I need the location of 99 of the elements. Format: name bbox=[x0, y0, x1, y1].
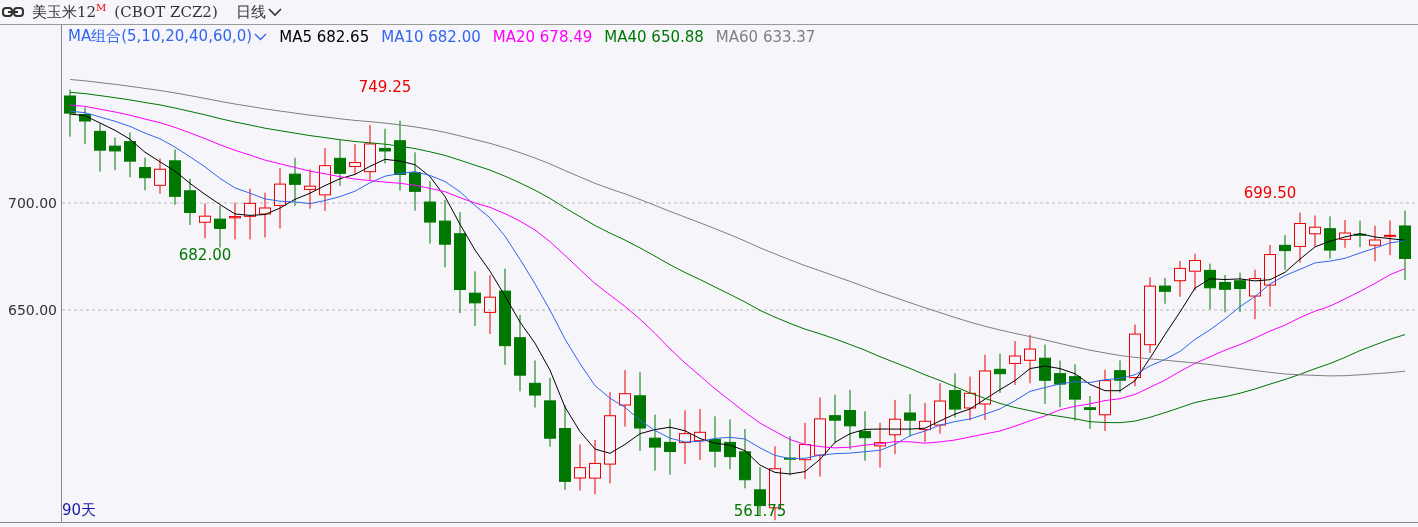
link-icon[interactable] bbox=[2, 7, 24, 17]
candle bbox=[574, 443, 586, 491]
price-annotation: 749.25 bbox=[358, 77, 412, 96]
price-annotation: 561.75 bbox=[733, 502, 787, 520]
candle bbox=[964, 376, 976, 421]
candle bbox=[589, 439, 601, 495]
candle bbox=[919, 402, 931, 443]
candle bbox=[709, 415, 721, 468]
candle bbox=[1264, 244, 1276, 308]
candle bbox=[244, 188, 256, 240]
candle bbox=[619, 369, 631, 428]
range-label: 90天 bbox=[62, 501, 97, 520]
candle bbox=[1384, 219, 1396, 256]
candle bbox=[1219, 274, 1231, 313]
candle bbox=[1174, 260, 1186, 298]
candle bbox=[1204, 263, 1216, 310]
candle bbox=[349, 143, 361, 176]
candle bbox=[169, 149, 181, 206]
candle bbox=[1129, 323, 1141, 387]
candle bbox=[1189, 253, 1201, 291]
candle bbox=[994, 353, 1006, 394]
candle bbox=[1399, 209, 1411, 281]
candle bbox=[949, 372, 961, 418]
candle bbox=[124, 131, 136, 178]
y-axis-label: 650.00 bbox=[8, 302, 57, 318]
candle bbox=[1249, 269, 1261, 320]
ma-legend-value: MA20 678.49 bbox=[492, 27, 593, 46]
candle bbox=[1159, 277, 1171, 305]
y-axis-label: 700.00 bbox=[8, 195, 57, 211]
instrument-code: (CBOT ZCZ2) bbox=[114, 3, 218, 21]
candle bbox=[904, 393, 916, 437]
candle bbox=[679, 409, 691, 465]
candle bbox=[229, 202, 241, 240]
candle bbox=[859, 410, 871, 462]
candle bbox=[289, 157, 301, 207]
candle bbox=[829, 394, 841, 444]
candle bbox=[1024, 334, 1036, 384]
candle bbox=[1054, 360, 1066, 408]
ma-legend-value: MA60 633.37 bbox=[715, 27, 816, 46]
chevron-down-icon bbox=[254, 32, 268, 41]
candle bbox=[844, 389, 856, 450]
ma-group-dropdown[interactable]: MA组合(5,10,20,40,60,0) bbox=[68, 27, 268, 46]
period-dropdown[interactable]: 日线 bbox=[235, 2, 282, 22]
ma-legend-value: MA10 682.00 bbox=[381, 27, 481, 46]
candle bbox=[1324, 215, 1336, 260]
candle bbox=[874, 422, 886, 469]
candle bbox=[409, 151, 421, 212]
candle bbox=[484, 274, 496, 335]
candle bbox=[424, 180, 436, 245]
candle bbox=[1039, 344, 1051, 405]
candle bbox=[1279, 234, 1291, 271]
candle bbox=[979, 354, 991, 421]
price-annotation: 682.00 bbox=[178, 245, 232, 264]
candle bbox=[1009, 340, 1021, 386]
candle bbox=[1069, 363, 1081, 422]
candle bbox=[184, 178, 196, 226]
candle bbox=[319, 147, 331, 212]
candle bbox=[214, 205, 226, 249]
candle bbox=[694, 408, 706, 461]
candle bbox=[544, 377, 556, 448]
ma-legend-value: MA40 650.88 bbox=[604, 27, 704, 46]
candle bbox=[1354, 220, 1366, 248]
candle bbox=[1114, 359, 1126, 394]
candle bbox=[394, 120, 406, 192]
candle bbox=[799, 422, 811, 480]
candle bbox=[664, 418, 676, 476]
candle bbox=[259, 192, 271, 239]
candle bbox=[1339, 219, 1351, 249]
candle bbox=[934, 382, 946, 435]
candle bbox=[1369, 225, 1381, 262]
chevron-down-icon bbox=[267, 7, 282, 17]
candle bbox=[94, 123, 106, 173]
instrument-title: 美玉米12$^{M}$ bbox=[32, 2, 107, 22]
candle bbox=[199, 203, 211, 239]
candle bbox=[379, 128, 391, 164]
candle bbox=[1234, 272, 1246, 313]
candle bbox=[724, 418, 736, 470]
candle bbox=[469, 270, 481, 327]
candle bbox=[79, 106, 91, 145]
candle bbox=[1309, 215, 1321, 247]
candle bbox=[154, 158, 166, 195]
ma-legend-value: MA5 682.65 bbox=[279, 27, 370, 46]
candle bbox=[334, 139, 346, 187]
candle bbox=[1099, 369, 1111, 432]
candle bbox=[364, 124, 376, 181]
candle bbox=[109, 137, 121, 171]
candle bbox=[889, 399, 901, 455]
candle bbox=[139, 157, 151, 191]
candle bbox=[739, 428, 751, 489]
candle bbox=[274, 167, 286, 229]
candle bbox=[529, 359, 541, 409]
candle bbox=[649, 414, 661, 472]
candle bbox=[64, 89, 76, 138]
candle bbox=[304, 168, 316, 210]
price-annotation: 699.50 bbox=[1243, 184, 1297, 203]
candle bbox=[784, 435, 796, 476]
candle bbox=[1084, 395, 1096, 430]
candle bbox=[1294, 212, 1306, 264]
candle bbox=[439, 199, 451, 268]
